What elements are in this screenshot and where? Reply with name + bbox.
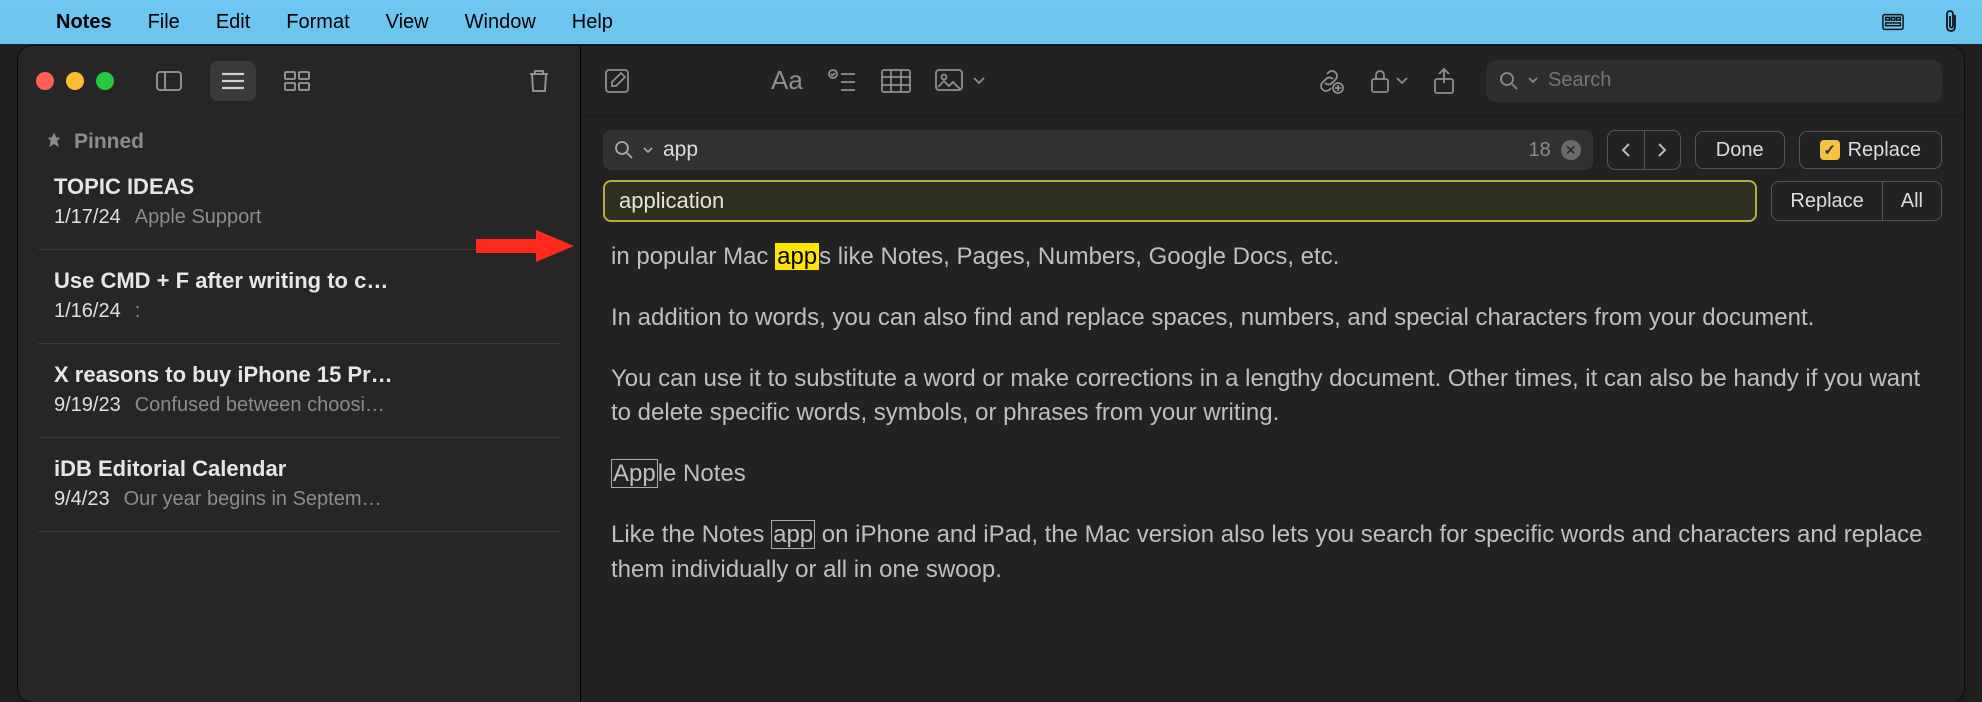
menubar-item-view[interactable]: View <box>386 11 429 34</box>
sidebar-toolbar <box>18 46 580 116</box>
lock-note-button[interactable] <box>1368 68 1408 94</box>
checkbox-checked-icon: ✓ <box>1820 140 1840 160</box>
note-preview: Our year begins in Septem… <box>124 488 382 511</box>
note-title: Use CMD + F after writing to c… <box>54 268 544 294</box>
menubar-item-format[interactable]: Format <box>286 11 349 34</box>
main-panel: Aa <box>581 46 1964 702</box>
find-match: App <box>611 459 658 488</box>
note-preview: : <box>135 300 141 323</box>
chevron-down-icon <box>1396 77 1408 85</box>
note-item[interactable]: Use CMD + F after writing to c… 1/16/24 … <box>38 250 560 344</box>
done-button[interactable]: Done <box>1695 131 1785 169</box>
keyboard-viewer-icon[interactable] <box>1882 11 1904 33</box>
note-date: 9/19/23 <box>54 394 121 417</box>
chevron-down-icon <box>643 147 653 154</box>
note-preview: Apple Support <box>135 206 262 229</box>
note-date: 1/17/24 <box>54 206 121 229</box>
note-item[interactable]: X reasons to buy iPhone 15 Pr… 9/19/23 C… <box>38 344 560 438</box>
macos-menubar: Notes File Edit Format View Window Help <box>0 0 1982 44</box>
body-text: in popular Mac <box>611 243 775 270</box>
table-button[interactable] <box>881 69 911 93</box>
text-style-button[interactable]: Aa <box>771 65 803 96</box>
menubar-item-help[interactable]: Help <box>572 11 613 34</box>
note-title: iDB Editorial Calendar <box>54 456 544 482</box>
find-current-match: app <box>775 243 819 270</box>
pinned-section-header: Pinned <box>18 116 580 166</box>
note-title: TOPIC IDEAS <box>54 174 544 200</box>
note-item[interactable]: TOPIC IDEAS 1/17/24 Apple Support <box>38 166 560 250</box>
body-text: le Notes <box>658 460 746 487</box>
note-preview: Confused between choosi… <box>135 394 385 417</box>
minimize-window-button[interactable] <box>66 72 84 90</box>
chevron-down-icon <box>973 77 985 85</box>
close-window-button[interactable] <box>36 72 54 90</box>
pinned-label: Pinned <box>74 130 144 154</box>
search-input[interactable] <box>1548 69 1928 92</box>
menubar-item-window[interactable]: Window <box>465 11 536 34</box>
replace-action-buttons: Replace All <box>1771 181 1942 221</box>
body-text: s like Notes, Pages, Numbers, Google Doc… <box>819 243 1339 270</box>
note-title: X reasons to buy iPhone 15 Pr… <box>54 362 544 388</box>
replace-all-button[interactable]: All <box>1882 182 1941 220</box>
note-content[interactable]: in popular Mac apps like Notes, Pages, N… <box>581 232 1964 622</box>
body-text: Like the Notes <box>611 521 771 548</box>
checklist-button[interactable] <box>827 68 857 94</box>
find-replace-panel: 18 ✕ Done ✓ Replace <box>581 116 1964 232</box>
find-match-count: 18 <box>1529 139 1551 162</box>
note-toolbar: Aa <box>581 46 1964 116</box>
replace-input[interactable] <box>619 188 1741 214</box>
chevron-left-icon <box>1620 142 1632 158</box>
clear-find-button[interactable]: ✕ <box>1561 140 1581 160</box>
note-item[interactable]: iDB Editorial Calendar 9/4/23 Our year b… <box>38 438 560 532</box>
paperclip-icon[interactable] <box>1940 11 1962 33</box>
find-field[interactable]: 18 ✕ <box>603 130 1593 170</box>
replace-button[interactable]: Replace <box>1772 182 1881 220</box>
fullscreen-window-button[interactable] <box>96 72 114 90</box>
link-note-button[interactable] <box>1314 68 1344 94</box>
media-button[interactable] <box>935 69 985 93</box>
search-icon <box>1500 72 1518 90</box>
find-nav-buttons <box>1607 130 1681 170</box>
toggle-sidebar-button[interactable] <box>146 61 192 101</box>
note-date: 9/4/23 <box>54 488 110 511</box>
find-next-button[interactable] <box>1644 131 1680 169</box>
gallery-view-button[interactable] <box>274 61 320 101</box>
delete-note-button[interactable] <box>516 61 562 101</box>
window-controls <box>36 72 114 90</box>
notes-window: Pinned TOPIC IDEAS 1/17/24 Apple Support… <box>18 46 1964 702</box>
find-prev-button[interactable] <box>1608 131 1644 169</box>
sidebar: Pinned TOPIC IDEAS 1/17/24 Apple Support… <box>18 46 581 702</box>
search-icon <box>615 141 633 159</box>
menubar-item-file[interactable]: File <box>148 11 180 34</box>
search-field[interactable] <box>1486 60 1942 102</box>
menubar-item-edit[interactable]: Edit <box>216 11 250 34</box>
notes-list: TOPIC IDEAS 1/17/24 Apple Support Use CM… <box>18 166 580 532</box>
chevron-right-icon <box>1656 142 1668 158</box>
replace-field[interactable] <box>603 180 1757 222</box>
new-note-button[interactable] <box>603 67 631 95</box>
body-text: You can use it to substitute a word or m… <box>611 362 1934 432</box>
list-view-button[interactable] <box>210 61 256 101</box>
chevron-down-icon <box>1528 77 1538 84</box>
note-date: 1/16/24 <box>54 300 121 323</box>
menubar-app-name[interactable]: Notes <box>56 11 112 34</box>
find-input[interactable] <box>663 138 1519 162</box>
find-match: app <box>771 520 815 549</box>
pin-icon <box>46 132 62 152</box>
body-text: In addition to words, you can also find … <box>611 301 1934 336</box>
share-button[interactable] <box>1432 67 1456 95</box>
replace-toggle[interactable]: ✓ Replace <box>1799 131 1942 169</box>
